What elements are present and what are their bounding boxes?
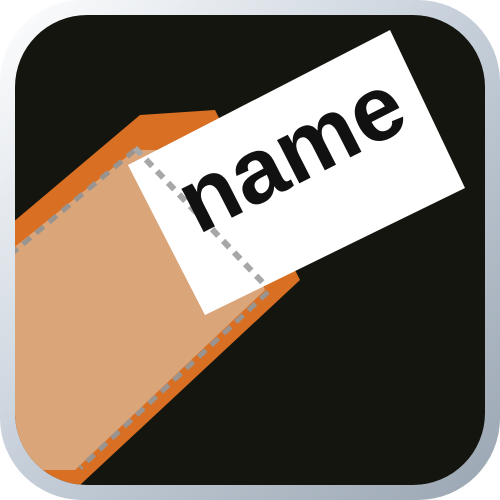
app-icon[interactable]: name [0, 0, 500, 500]
luggage-tag-icon: name [0, 0, 500, 500]
